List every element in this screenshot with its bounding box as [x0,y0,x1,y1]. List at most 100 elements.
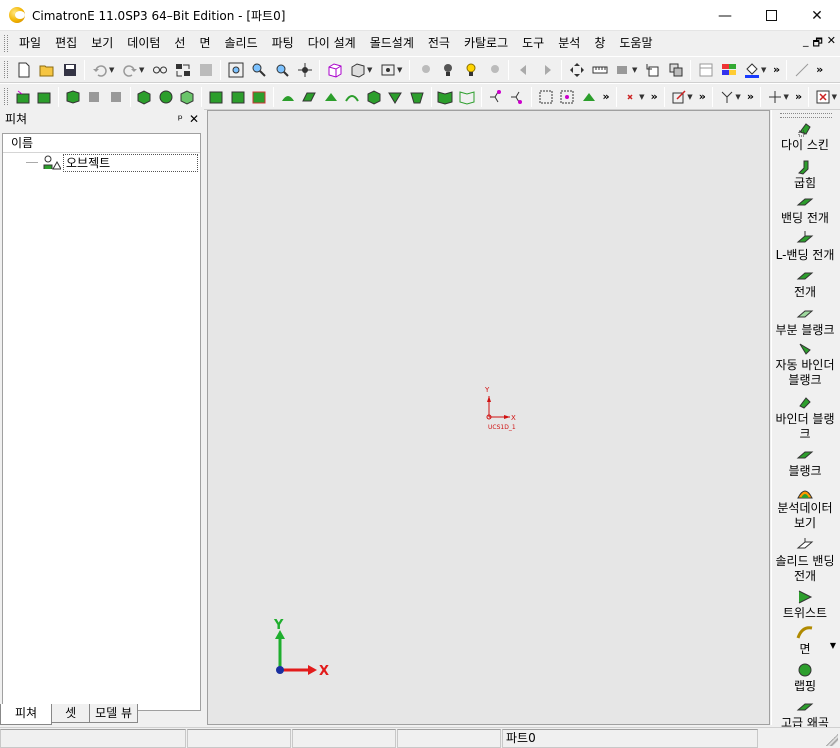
toolbar-grip-2[interactable] [4,88,8,105]
solid-unbend-button[interactable]: 솔리드 밴딩 전개 [772,536,838,584]
menu-file[interactable]: 파일 [12,32,48,55]
sweep-button[interactable] [107,87,125,106]
paint-dropdown-icon[interactable]: ▼ [632,66,639,74]
pan-button[interactable] [295,60,314,79]
unfold-button[interactable]: 전개 [772,267,838,300]
view-iso-button[interactable] [325,60,344,79]
tab-model-views[interactable]: 모델 뷰 [89,704,139,723]
forward-button[interactable] [537,60,556,79]
surface-f-button[interactable] [387,87,405,106]
save-button[interactable] [60,60,79,79]
select-a-button[interactable] [537,87,555,106]
render-mode-dropdown-icon[interactable]: ▼ [367,66,374,74]
menu-surface[interactable]: 면 [192,32,217,55]
undo-button[interactable] [90,60,109,79]
draft-button[interactable] [229,87,247,106]
menu-analysis[interactable]: 분석 [551,32,587,55]
light-bulb-on-button[interactable] [461,60,480,79]
point-dropdown-icon[interactable]: ▼ [639,93,645,101]
open-file-button[interactable] [37,60,56,79]
tool-a-button[interactable] [173,60,192,79]
fill-color-button[interactable] [742,60,761,79]
sketch-dropdown-icon[interactable]: ▼ [687,93,693,101]
toolbar-overflow-4-icon[interactable]: » [651,90,658,103]
datum-dropdown-icon[interactable]: ▼ [735,93,741,101]
layout-button[interactable] [696,60,715,79]
tree-b-button[interactable] [508,87,526,106]
twist-button[interactable]: 트위스트 [772,588,838,621]
sketch-button[interactable] [670,87,688,106]
menu-view[interactable]: 보기 [84,32,120,55]
mdi-close-button[interactable]: ✕ [827,34,836,53]
component-button[interactable] [643,60,662,79]
move-button[interactable] [567,60,586,79]
light-bulb-button[interactable] [438,60,457,79]
light-tool-b-button[interactable] [484,60,503,79]
redo-dropdown-icon[interactable]: ▼ [139,66,146,74]
feature-tree[interactable]: 이름 오브젝트 [2,133,201,711]
surface-d-button[interactable] [344,87,362,106]
delete-button[interactable] [814,87,832,106]
toolbar-grip[interactable] [4,61,8,78]
zoom-window-button[interactable] [249,60,268,79]
datum-button[interactable] [718,87,736,106]
redo-button[interactable] [120,60,139,79]
solid-c-button[interactable] [179,87,197,106]
mdi-restore-button[interactable]: 🗗 [812,34,822,53]
transform-dropdown-icon[interactable]: ▼ [784,93,790,101]
revolve-button[interactable] [85,87,103,106]
menu-tools[interactable]: 도구 [515,32,551,55]
surface-b-button[interactable] [300,87,318,106]
minimize-button[interactable]: — [702,0,748,31]
point-button[interactable] [622,87,640,106]
feature-b-button[interactable] [35,87,53,106]
face-dropdown-icon[interactable]: ▼ [830,638,836,653]
pin-icon[interactable]: ᵖ [178,112,183,126]
menu-parting[interactable]: 파팅 [265,32,301,55]
select-b-button[interactable] [558,87,576,106]
unbend-button[interactable]: 밴딩 전개 [772,193,838,226]
assembly-button[interactable] [666,60,685,79]
toolbar-overflow-5-icon[interactable]: » [699,90,706,103]
back-button[interactable] [514,60,533,79]
menu-help[interactable]: 도움말 [612,32,659,55]
surface-a-button[interactable] [279,87,297,106]
light-tool-a-button[interactable] [415,60,434,79]
menu-datum[interactable]: 데이텀 [120,32,167,55]
zoom-fit-button[interactable] [226,60,245,79]
display-mode-button[interactable] [378,60,397,79]
graphics-viewport[interactable]: Y X UCS1D_1 Y X [207,110,770,725]
panel-close-button[interactable]: ✕ [189,112,199,126]
menu-die-design[interactable]: 다이 설계 [301,32,363,55]
zoom-button[interactable] [272,60,291,79]
tree-a-button[interactable] [487,87,505,106]
maximize-button[interactable] [748,0,794,31]
fill-color-dropdown-icon[interactable]: ▼ [761,66,768,74]
tab-features[interactable]: 피쳐 [0,704,53,725]
resize-grip[interactable] [826,734,838,746]
wrapping-button[interactable]: 랩핑 [772,661,838,694]
measure-button[interactable] [590,60,609,79]
right-toolbar-grip[interactable] [780,113,832,118]
surface-e-button[interactable] [365,87,383,106]
menu-solid[interactable]: 솔리드 [218,32,265,55]
menu-electrode[interactable]: 전극 [421,32,457,55]
undo-dropdown-icon[interactable]: ▼ [109,66,116,74]
menu-catalog[interactable]: 카탈로그 [457,32,515,55]
tab-sets[interactable]: 셋 [51,704,91,723]
display-mode-dropdown-icon[interactable]: ▼ [397,66,404,74]
toolbar-overflow-3-icon[interactable]: » [603,90,610,103]
extrude-button[interactable] [64,87,82,106]
close-button[interactable]: ✕ [794,0,840,31]
toolbar-overflow-6-icon[interactable]: » [747,90,754,103]
l-unbend-button[interactable]: L-밴딩 전개 [772,230,838,263]
split-button[interactable] [250,87,268,106]
render-mode-button[interactable] [348,60,367,79]
toolbar-overflow-icon[interactable]: » [773,63,780,76]
tree-column-header[interactable]: 이름 [3,134,200,153]
menu-curve[interactable]: 선 [167,32,192,55]
surface-g-button[interactable] [408,87,426,106]
delete-dropdown-icon[interactable]: ▼ [832,93,838,101]
feature-a-button[interactable] [14,87,32,106]
blank-button[interactable]: 블랭크 [772,446,838,479]
